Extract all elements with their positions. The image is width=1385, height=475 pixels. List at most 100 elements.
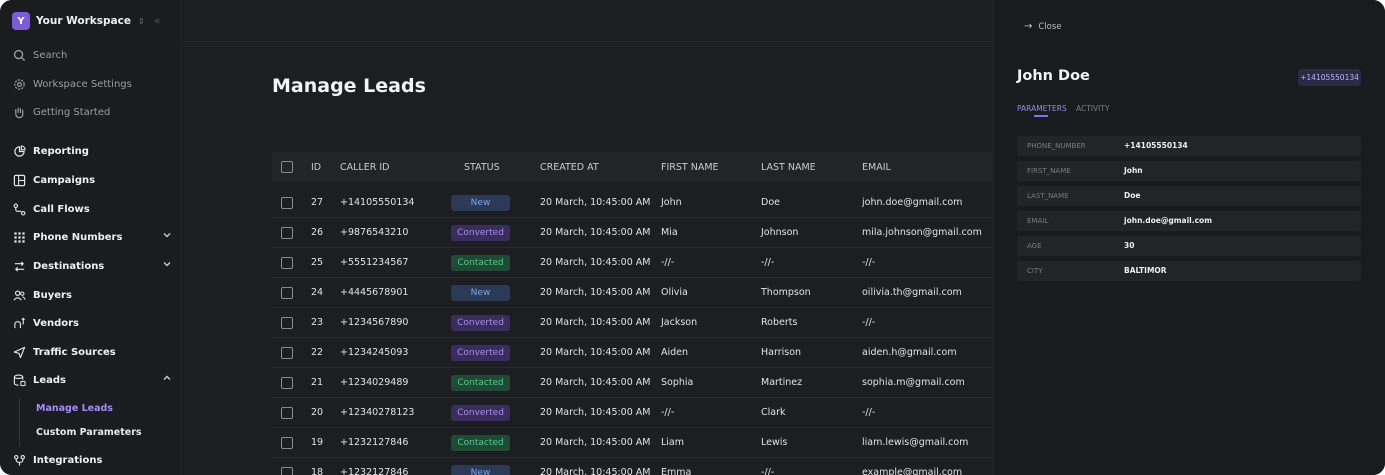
workspace-avatar: Y bbox=[12, 12, 30, 30]
tab-activity[interactable]: ACTIVITY bbox=[1076, 104, 1110, 113]
cell-caller-id: +12340278123 bbox=[340, 407, 415, 418]
sidebar-subitem-custom-parameters[interactable]: Custom Parameters bbox=[36, 427, 142, 438]
status-badge: Contacted bbox=[451, 435, 510, 451]
parameter-value: John bbox=[1124, 166, 1143, 175]
sidebar-item-label: Integrations bbox=[33, 454, 103, 466]
table-row[interactable]: 18 +1232127846 20 March, 10:45:00 AM Emma -/… bbox=[272, 458, 992, 475]
search-icon bbox=[12, 48, 26, 62]
parameter-value: +14105550134 bbox=[1124, 141, 1188, 150]
cell-last-name: Thompson bbox=[761, 287, 811, 298]
sidebar-item-traffic-sources[interactable]: Traffic Sources bbox=[12, 344, 172, 360]
row-checkbox[interactable] bbox=[281, 227, 293, 239]
status-badge: New bbox=[451, 195, 510, 211]
vendor-icon bbox=[12, 316, 26, 330]
sidebar-item-label: Call Flows bbox=[33, 203, 90, 215]
cell-caller-id: +4445678901 bbox=[340, 287, 409, 298]
column-header-created-at[interactable]: CREATED AT bbox=[540, 162, 599, 173]
column-header-id[interactable]: ID bbox=[311, 162, 321, 173]
column-header-status[interactable]: STATUS bbox=[464, 162, 500, 173]
cell-created-at: 20 March, 10:45:00 AM bbox=[540, 317, 651, 328]
sidebar-item-integrations[interactable]: Integrations bbox=[12, 452, 172, 468]
sidebar-item-vendors[interactable]: Vendors bbox=[12, 315, 172, 331]
cell-email: example@gmail.com bbox=[862, 467, 963, 475]
sidebar-item-leads[interactable]: Leads bbox=[12, 372, 172, 388]
cell-email: john.doe@gmail.com bbox=[862, 197, 963, 208]
row-checkbox[interactable] bbox=[281, 407, 293, 419]
sidebar-item-call-flows[interactable]: Call Flows bbox=[12, 201, 172, 217]
lead-phone-badge: +14105550134 bbox=[1298, 69, 1361, 86]
row-checkbox[interactable] bbox=[281, 287, 293, 299]
cell-last-name: Johnson bbox=[761, 227, 799, 238]
cell-email: -//- bbox=[862, 257, 876, 268]
sidebar-item-phone-numbers[interactable]: Phone Numbers bbox=[12, 229, 172, 245]
table-row[interactable]: 20 +12340278123 20 March, 10:45:00 AM -//- C… bbox=[272, 398, 992, 428]
cell-first-name: -//- bbox=[661, 257, 675, 268]
status-badge: New bbox=[451, 285, 510, 301]
cell-created-at: 20 March, 10:45:00 AM bbox=[540, 287, 651, 298]
row-checkbox[interactable] bbox=[281, 197, 293, 209]
column-header-last-name[interactable]: LAST NAME bbox=[761, 162, 816, 173]
table-row[interactable]: 21 +1234029489 20 March, 10:45:00 AM Sophia… bbox=[272, 368, 992, 398]
row-checkbox[interactable] bbox=[281, 377, 293, 389]
parameter-key: CITY bbox=[1027, 267, 1043, 275]
row-checkbox[interactable] bbox=[281, 257, 293, 269]
cell-first-name: Aiden bbox=[661, 347, 689, 358]
select-all-checkbox[interactable] bbox=[281, 161, 293, 173]
parameter-value: 30 bbox=[1124, 241, 1135, 250]
sidebar-subitem-manage-leads[interactable]: Manage Leads bbox=[36, 403, 113, 414]
column-header-caller-id[interactable]: CALLER ID bbox=[340, 162, 389, 173]
cell-created-at: 20 March, 10:45:00 AM bbox=[540, 197, 651, 208]
cell-caller-id: +1232127846 bbox=[340, 437, 409, 448]
table-row[interactable]: 27 +14105550134 20 March, 10:45:00 AM John D… bbox=[272, 188, 992, 218]
status-badge: Converted bbox=[451, 405, 510, 421]
table-row[interactable]: 25 +5551234567 20 March, 10:45:00 AM -//- -/… bbox=[272, 248, 992, 278]
layout-icon bbox=[12, 173, 26, 187]
row-checkbox[interactable] bbox=[281, 437, 293, 449]
chevron-down-icon[interactable] bbox=[162, 230, 172, 243]
cell-created-at: 20 March, 10:45:00 AM bbox=[540, 407, 651, 418]
close-button[interactable]: → Close bbox=[1024, 21, 1062, 32]
arrows-icon bbox=[12, 259, 26, 273]
cell-caller-id: +14105550134 bbox=[340, 197, 415, 208]
chevron-up-icon[interactable] bbox=[162, 373, 172, 386]
cell-caller-id: +9876543210 bbox=[340, 227, 409, 238]
collapse-sidebar-icon[interactable]: « bbox=[154, 14, 161, 27]
parameter-value: BALTIMOR bbox=[1124, 266, 1167, 275]
cell-created-at: 20 March, 10:45:00 AM bbox=[540, 347, 651, 358]
row-checkbox[interactable] bbox=[281, 347, 293, 359]
cell-id: 19 bbox=[311, 437, 324, 448]
sidebar-item-reporting[interactable]: Reporting bbox=[12, 143, 172, 159]
column-header-email[interactable]: EMAIL bbox=[862, 162, 891, 173]
parameter-key: LAST_NAME bbox=[1027, 192, 1069, 200]
cell-created-at: 20 March, 10:45:00 AM bbox=[540, 377, 651, 388]
tab-parameters[interactable]: PARAMETERS bbox=[1017, 104, 1067, 113]
chevron-down-icon[interactable] bbox=[162, 259, 172, 272]
table-row[interactable]: 22 +1234245093 20 March, 10:45:00 AM Aiden H… bbox=[272, 338, 992, 368]
status-badge: Converted bbox=[451, 225, 510, 241]
sidebar-item-getting-started[interactable]: Getting Started bbox=[12, 104, 172, 120]
table-row[interactable]: 26 +9876543210 20 March, 10:45:00 AM Mia Joh… bbox=[272, 218, 992, 248]
row-checkbox[interactable] bbox=[281, 317, 293, 329]
cell-id: 26 bbox=[311, 227, 324, 238]
cell-email: -//- bbox=[862, 317, 876, 328]
sidebar-item-workspace-settings[interactable]: Workspace Settings bbox=[12, 76, 172, 92]
column-header-first-name[interactable]: FIRST NAME bbox=[661, 162, 719, 173]
cell-last-name: Doe bbox=[761, 197, 780, 208]
cell-created-at: 20 March, 10:45:00 AM bbox=[540, 257, 651, 268]
table-row[interactable]: 19 +1232127846 20 March, 10:45:00 AM Liam Le… bbox=[272, 428, 992, 458]
table-row[interactable]: 23 +1234567890 20 March, 10:45:00 AM Jackso… bbox=[272, 308, 992, 338]
sidebar-item-destinations[interactable]: Destinations bbox=[12, 258, 172, 274]
parameter-row: EMAIL john.doe@gmail.com bbox=[1017, 211, 1361, 231]
row-checkbox[interactable] bbox=[281, 467, 293, 475]
workspace-switcher[interactable]: Y Your Workspace ⇕ bbox=[12, 12, 145, 30]
sidebar-item-label: Phone Numbers bbox=[33, 231, 123, 243]
lead-name: John Doe bbox=[1017, 68, 1090, 84]
cell-first-name: Mia bbox=[661, 227, 678, 238]
cell-first-name: Sophia bbox=[661, 377, 694, 388]
sidebar-item-buyers[interactable]: Buyers bbox=[12, 287, 172, 303]
table-row[interactable]: 24 +4445678901 20 March, 10:45:00 AM Olivia… bbox=[272, 278, 992, 308]
sidebar-item-label: Getting Started bbox=[33, 106, 111, 118]
sidebar-item-search[interactable]: Search bbox=[12, 47, 172, 63]
sidebar-item-campaigns[interactable]: Campaigns bbox=[12, 172, 172, 188]
parameter-row: AGE 30 bbox=[1017, 236, 1361, 256]
